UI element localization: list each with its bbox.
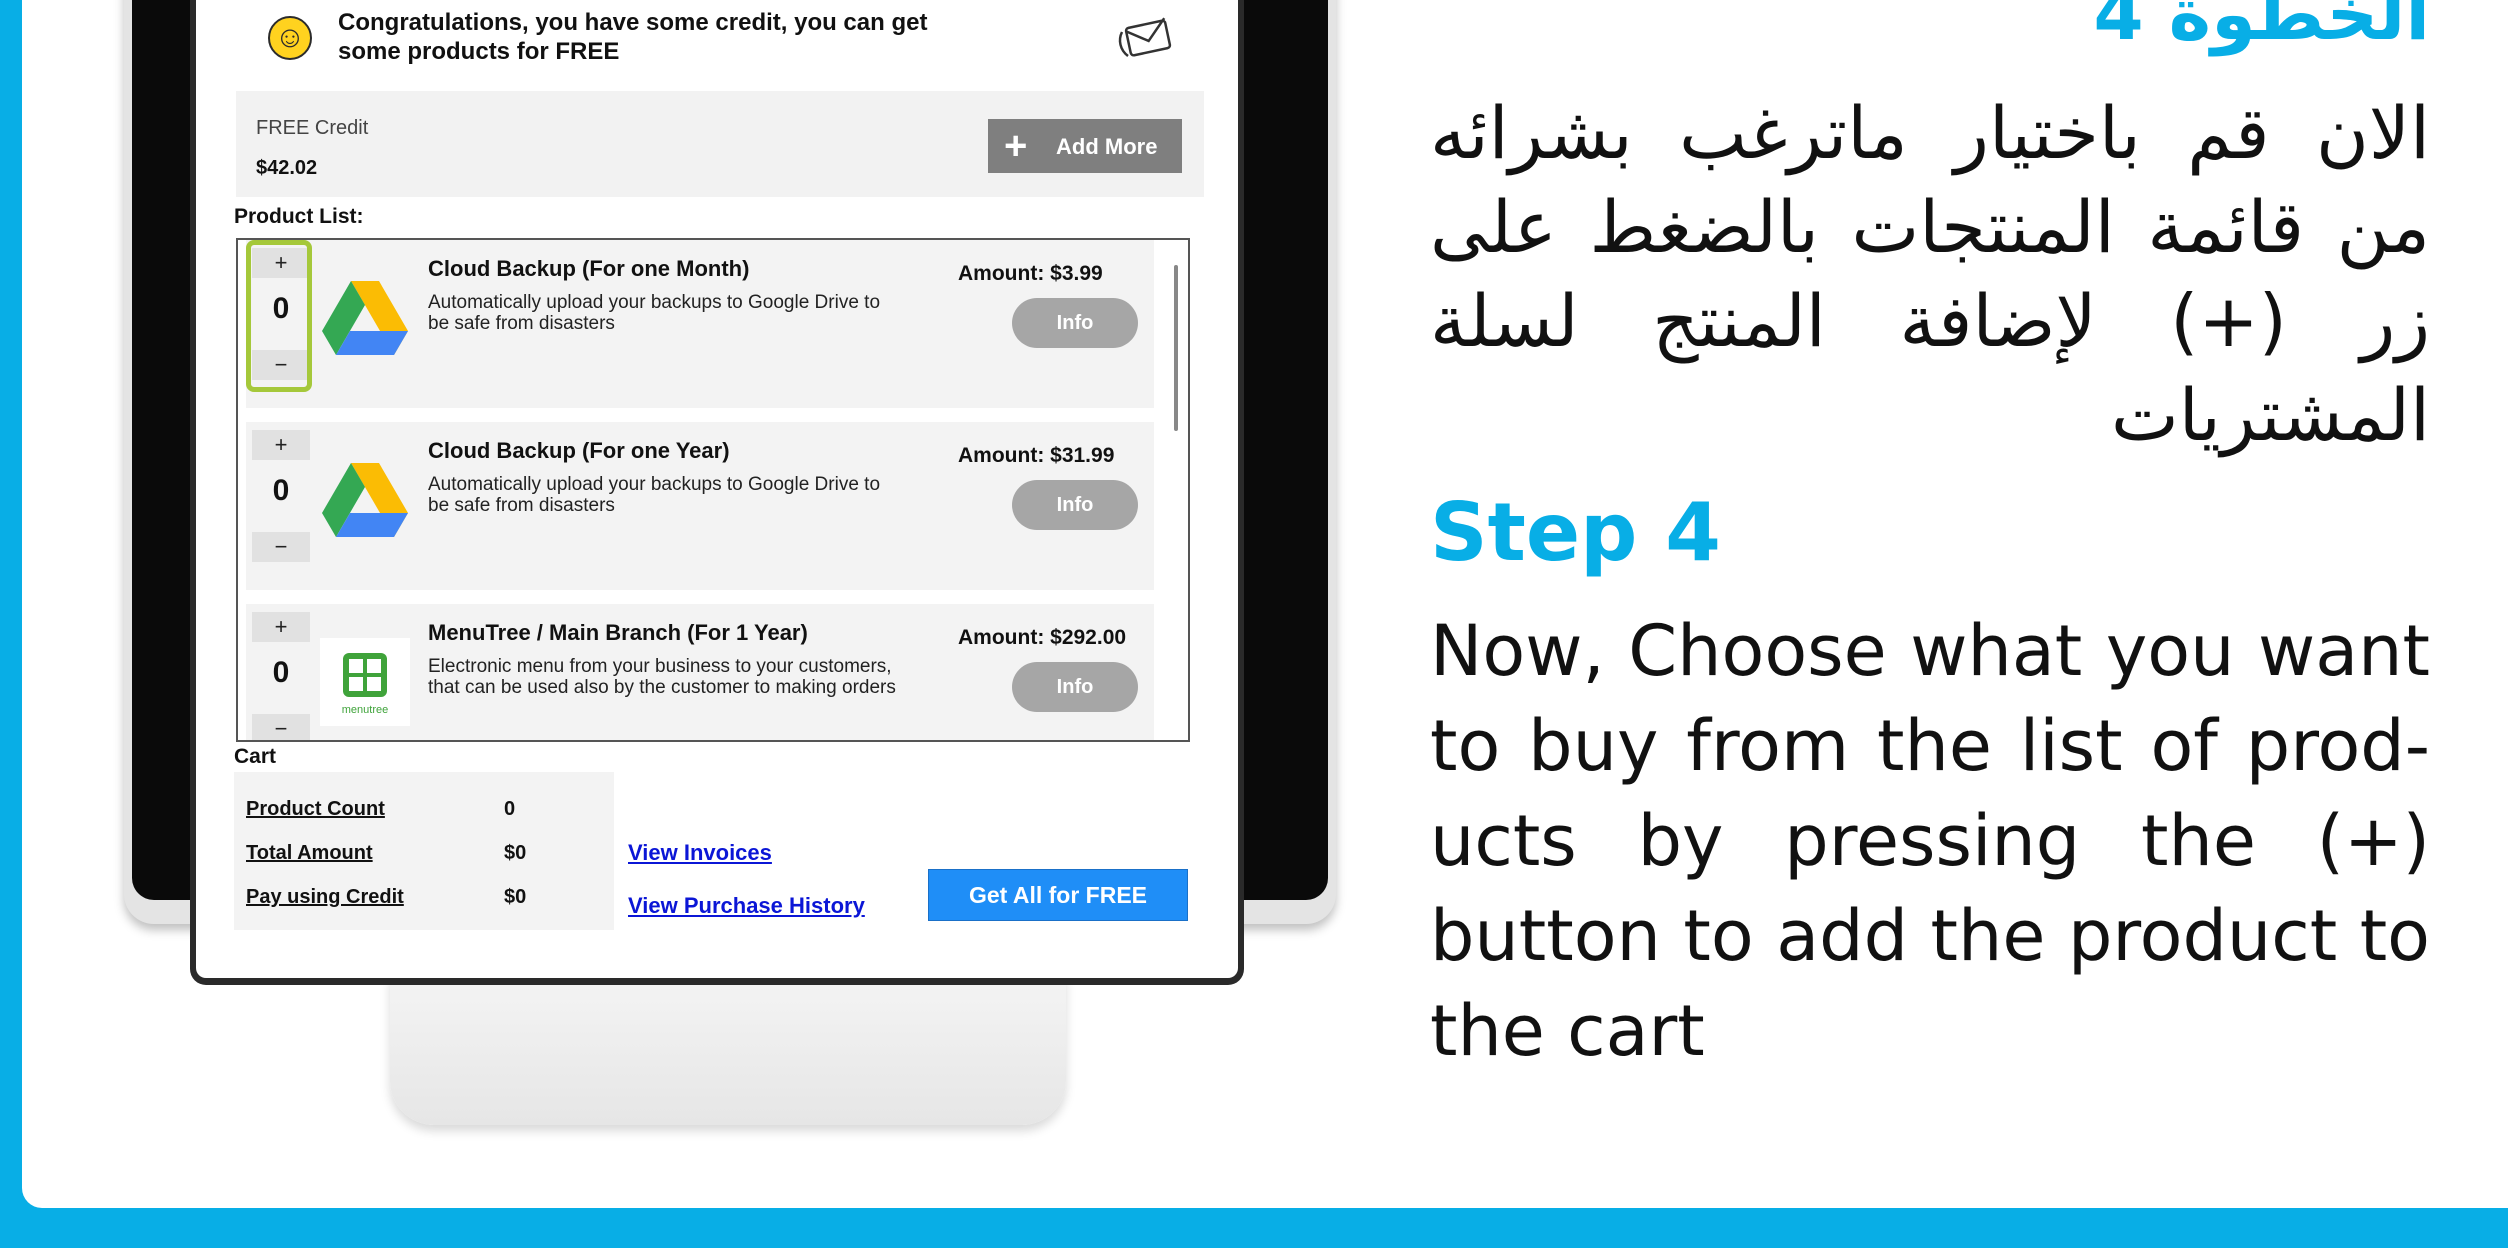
kiosk-stand bbox=[390, 975, 1066, 1125]
product-description: Electronic menu from your business to yo… bbox=[428, 656, 896, 698]
product-title: Cloud Backup (For one Month) bbox=[428, 256, 750, 281]
kiosk-screen: ☺ Congratulations, you have some credit,… bbox=[196, 0, 1238, 978]
smiley-icon: ☺ bbox=[268, 16, 312, 60]
quantity-stepper: + 0 − bbox=[252, 612, 310, 740]
step-text-english: Now, Choose what you want to buy from th… bbox=[1430, 610, 2430, 1072]
menutree-caption: menutree bbox=[341, 704, 389, 716]
credit-label: FREE Credit bbox=[256, 117, 369, 139]
credit-box: FREE Credit $42.02 + Add More bbox=[236, 91, 1204, 197]
product-amount: Amount: $292.00 bbox=[958, 626, 1127, 649]
decrease-button[interactable]: − bbox=[252, 532, 310, 562]
get-all-free-button[interactable]: Get All for FREE bbox=[928, 869, 1188, 921]
view-purchase-history-link[interactable]: View Purchase History bbox=[628, 893, 865, 919]
credit-value: $42.02 bbox=[256, 157, 318, 179]
product-list[interactable]: + 0 − Cloud Backup (For one Month) Autom… bbox=[236, 238, 1190, 742]
quantity-stepper: + 0 − bbox=[252, 430, 310, 578]
cart-value-total-amount: $0 bbox=[504, 842, 527, 864]
plus-icon: + bbox=[1004, 124, 1028, 168]
cart-title: Cart bbox=[234, 745, 277, 768]
decrease-button[interactable]: − bbox=[252, 714, 310, 740]
add-more-button[interactable]: + Add More bbox=[988, 119, 1182, 173]
info-button[interactable]: Info bbox=[1012, 662, 1138, 712]
cart-value-pay-credit: $0 bbox=[504, 886, 527, 908]
view-invoices-link[interactable]: View Invoices bbox=[628, 840, 772, 866]
quantity-value: 0 bbox=[272, 474, 290, 507]
cart-label-product-count[interactable]: Product Count bbox=[246, 798, 385, 821]
add-more-label: Add More bbox=[1056, 134, 1158, 159]
menutree-icon: menutree bbox=[320, 638, 410, 726]
info-button[interactable]: Info bbox=[1012, 480, 1138, 530]
product-description: Automatically upload your backups to Goo… bbox=[428, 292, 881, 334]
product-item: + 0 − Cloud Backup (For one Month) Autom… bbox=[246, 240, 1154, 408]
product-item: + 0 − menutree MenuTree / Main Branch (F… bbox=[246, 604, 1154, 740]
product-title: Cloud Backup (For one Year) bbox=[428, 438, 730, 463]
step-title-arabic: الخطوة 4 bbox=[2093, 0, 2430, 56]
step-text-arabic: الان قم باختيار ماترغب بشرائه من قائمة ا… bbox=[1430, 91, 2430, 457]
cart-label-total-amount[interactable]: Total Amount bbox=[246, 842, 373, 865]
stepper-highlight bbox=[246, 240, 312, 392]
product-description: Automatically upload your backups to Goo… bbox=[428, 474, 881, 516]
envelope-icon[interactable] bbox=[1114, 10, 1174, 66]
google-drive-icon bbox=[322, 463, 408, 537]
quantity-value: 0 bbox=[272, 656, 290, 689]
cart-summary: Product Count 0 Total Amount $0 Pay usin… bbox=[234, 772, 614, 930]
cart-label-pay-credit[interactable]: Pay using Credit bbox=[246, 886, 404, 909]
product-list-title: Product List: bbox=[234, 205, 364, 228]
info-button[interactable]: Info bbox=[1012, 298, 1138, 348]
increase-button[interactable]: + bbox=[252, 612, 310, 642]
scrollbar-thumb[interactable] bbox=[1174, 265, 1178, 431]
product-item: + 0 − Cloud Backup (For one Year) Automa… bbox=[246, 422, 1154, 590]
credit-notice: Congratulations, you have some credit, y… bbox=[338, 9, 928, 65]
product-amount: Amount: $31.99 bbox=[958, 444, 1115, 467]
product-title: MenuTree / Main Branch (For 1 Year) bbox=[428, 620, 808, 645]
product-amount: Amount: $3.99 bbox=[958, 262, 1103, 285]
cart-value-product-count: 0 bbox=[504, 798, 516, 820]
increase-button[interactable]: + bbox=[252, 430, 310, 460]
google-drive-icon bbox=[322, 281, 408, 355]
step-title-english: Step 4 bbox=[1430, 486, 1721, 579]
